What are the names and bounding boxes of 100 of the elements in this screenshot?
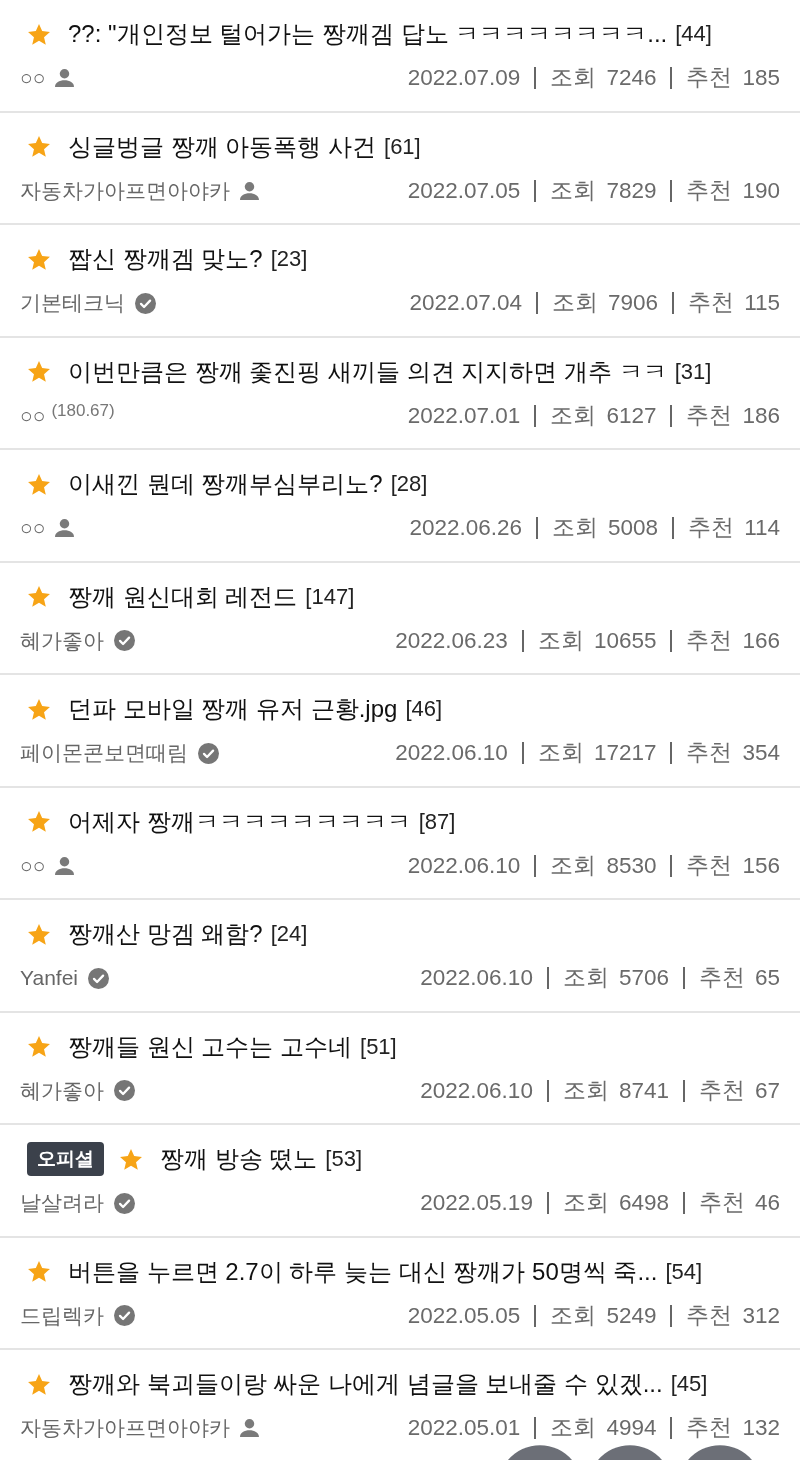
author-name: 혜가좋아 (20, 1077, 104, 1104)
comment-count: [45] (670, 1370, 708, 1398)
views-label: 조회 (562, 1076, 609, 1105)
star-icon (28, 136, 50, 157)
comment-count: [53] (325, 1145, 363, 1173)
likes-count: 190 (742, 176, 780, 205)
views-count: 4994 (606, 1414, 657, 1442)
likes-count: 115 (744, 289, 780, 317)
author-name: 날살려라 (20, 1190, 104, 1216)
check-circle-icon (114, 630, 135, 651)
post-title[interactable]: ??: "개인정보 털어가는 짱깨겜 답노 ㅋㅋㅋㅋㅋㅋㅋㅋ... (68, 17, 668, 51)
author-name: 드립렉카 (20, 1302, 104, 1329)
star-icon (28, 586, 50, 607)
post-date: 2022.07.01 (407, 401, 521, 430)
likes-label: 추천 (688, 289, 735, 317)
post-title[interactable]: 버튼을 누르면 2.7이 하루 늦는 대신 짱깨가 50명씩 죽... (68, 1254, 658, 1289)
views-label: 조회 (550, 176, 597, 205)
comment-count: [28] (390, 470, 428, 498)
check-circle-icon (114, 1192, 135, 1214)
check-circle-icon (135, 292, 156, 314)
views-count: 5008 (608, 514, 659, 542)
views-count: 10655 (593, 626, 657, 655)
author-name: ○○ (20, 852, 46, 879)
star-icon (120, 1148, 142, 1170)
post-date: 2022.05.19 (420, 1189, 533, 1217)
floating-button[interactable] (508, 1445, 572, 1460)
post-date: 2022.06.10 (420, 1076, 533, 1105)
likes-label: 추천 (686, 739, 733, 767)
views-label: 조회 (537, 739, 584, 767)
comment-count: [61] (384, 132, 421, 161)
star-icon (28, 923, 50, 945)
check-circle-icon (114, 1080, 135, 1101)
post-title[interactable]: 싱글벙글 짱깨 아동폭행 사건 (68, 129, 376, 164)
comment-count: [51] (360, 1032, 397, 1061)
star-icon (28, 1261, 50, 1282)
author-name: 자동차가아프면아야카 (20, 177, 230, 204)
star-icon (28, 23, 50, 45)
post-date: 2022.06.26 (409, 514, 523, 542)
post-date: 2022.06.10 (407, 851, 521, 880)
comment-count: [54] (665, 1257, 703, 1286)
views-count: 7829 (606, 176, 657, 205)
comment-count: [24] (270, 920, 308, 948)
star-icon (28, 361, 50, 382)
post-title[interactable]: 짱깨들 원신 고수는 고수네 (68, 1029, 352, 1064)
post-title[interactable]: 짭신 짱깨겜 맞노? (68, 242, 263, 276)
likes-count: 185 (742, 64, 780, 92)
star-icon (28, 473, 50, 495)
views-label: 조회 (552, 289, 599, 317)
post-date: 2022.07.05 (407, 176, 521, 205)
post-title[interactable]: 던파 모바일 짱깨 유저 근황.jpg (68, 692, 398, 726)
star-icon (28, 1036, 50, 1057)
floating-button[interactable] (688, 1445, 752, 1460)
post-date: 2022.06.10 (395, 739, 508, 767)
post-title[interactable]: 어제자 짱깨ㅋㅋㅋㅋㅋㅋㅋㅋㅋ (68, 804, 411, 839)
person-icon (55, 856, 75, 875)
comment-count: [46] (405, 695, 443, 723)
views-label: 조회 (562, 1189, 609, 1217)
post-title[interactable]: 짱깨산 망겜 왜함? (68, 917, 263, 951)
views-count: 6498 (618, 1189, 669, 1217)
post-date: 2022.07.04 (409, 289, 523, 317)
star-icon (28, 811, 50, 832)
views-count: 7246 (606, 64, 657, 92)
post-title[interactable]: 짱깨 원신대회 레전드 (68, 579, 298, 614)
post-title[interactable]: 이번만큼은 짱깨 좇진핑 새끼들 의견 지지하면 개추 ㅋㅋ (68, 354, 667, 389)
views-count: 8530 (606, 851, 657, 880)
views-count: 7906 (608, 289, 659, 317)
post-date: 2022.05.01 (407, 1414, 521, 1442)
likes-label: 추천 (688, 514, 735, 542)
floating-button[interactable] (598, 1445, 662, 1460)
post-title[interactable]: 이새낀 뭔데 짱깨부심부리노? (68, 467, 383, 501)
likes-label: 추천 (686, 851, 733, 880)
check-circle-icon (114, 1305, 135, 1326)
likes-count: 312 (742, 1301, 780, 1330)
post-title[interactable]: 짱깨와 북괴들이랑 싸운 나에게 념글을 보내줄 수 있겠... (68, 1367, 663, 1401)
author-name: Yanfei (20, 965, 78, 991)
views-label: 조회 (550, 1414, 597, 1442)
likes-label: 추천 (698, 964, 745, 992)
star-icon (28, 698, 50, 720)
likes-label: 추천 (686, 1414, 733, 1442)
likes-label: 추천 (686, 64, 733, 92)
views-label: 조회 (550, 401, 597, 430)
post-date: 2022.06.23 (395, 626, 508, 655)
views-label: 조회 (550, 64, 597, 92)
views-label: 조회 (550, 1301, 597, 1330)
likes-count: 65 (754, 964, 780, 992)
views-count: 8741 (618, 1076, 669, 1105)
author-name: ○○ (20, 515, 46, 541)
check-circle-icon (198, 742, 219, 764)
likes-count: 46 (754, 1189, 780, 1217)
likes-label: 추천 (686, 176, 733, 205)
comment-count: [87] (418, 807, 456, 836)
comment-count: [44] (675, 20, 712, 48)
views-label: 조회 (562, 964, 609, 992)
likes-count: 186 (742, 401, 780, 430)
views-count: 17217 (593, 739, 657, 767)
comment-count: [147] (305, 582, 355, 611)
post-title[interactable]: 짱깨 방송 떴노 (160, 1142, 318, 1176)
views-label: 조회 (552, 514, 599, 542)
author-name: ○○ (20, 65, 46, 91)
post-date: 2022.06.10 (420, 964, 533, 992)
